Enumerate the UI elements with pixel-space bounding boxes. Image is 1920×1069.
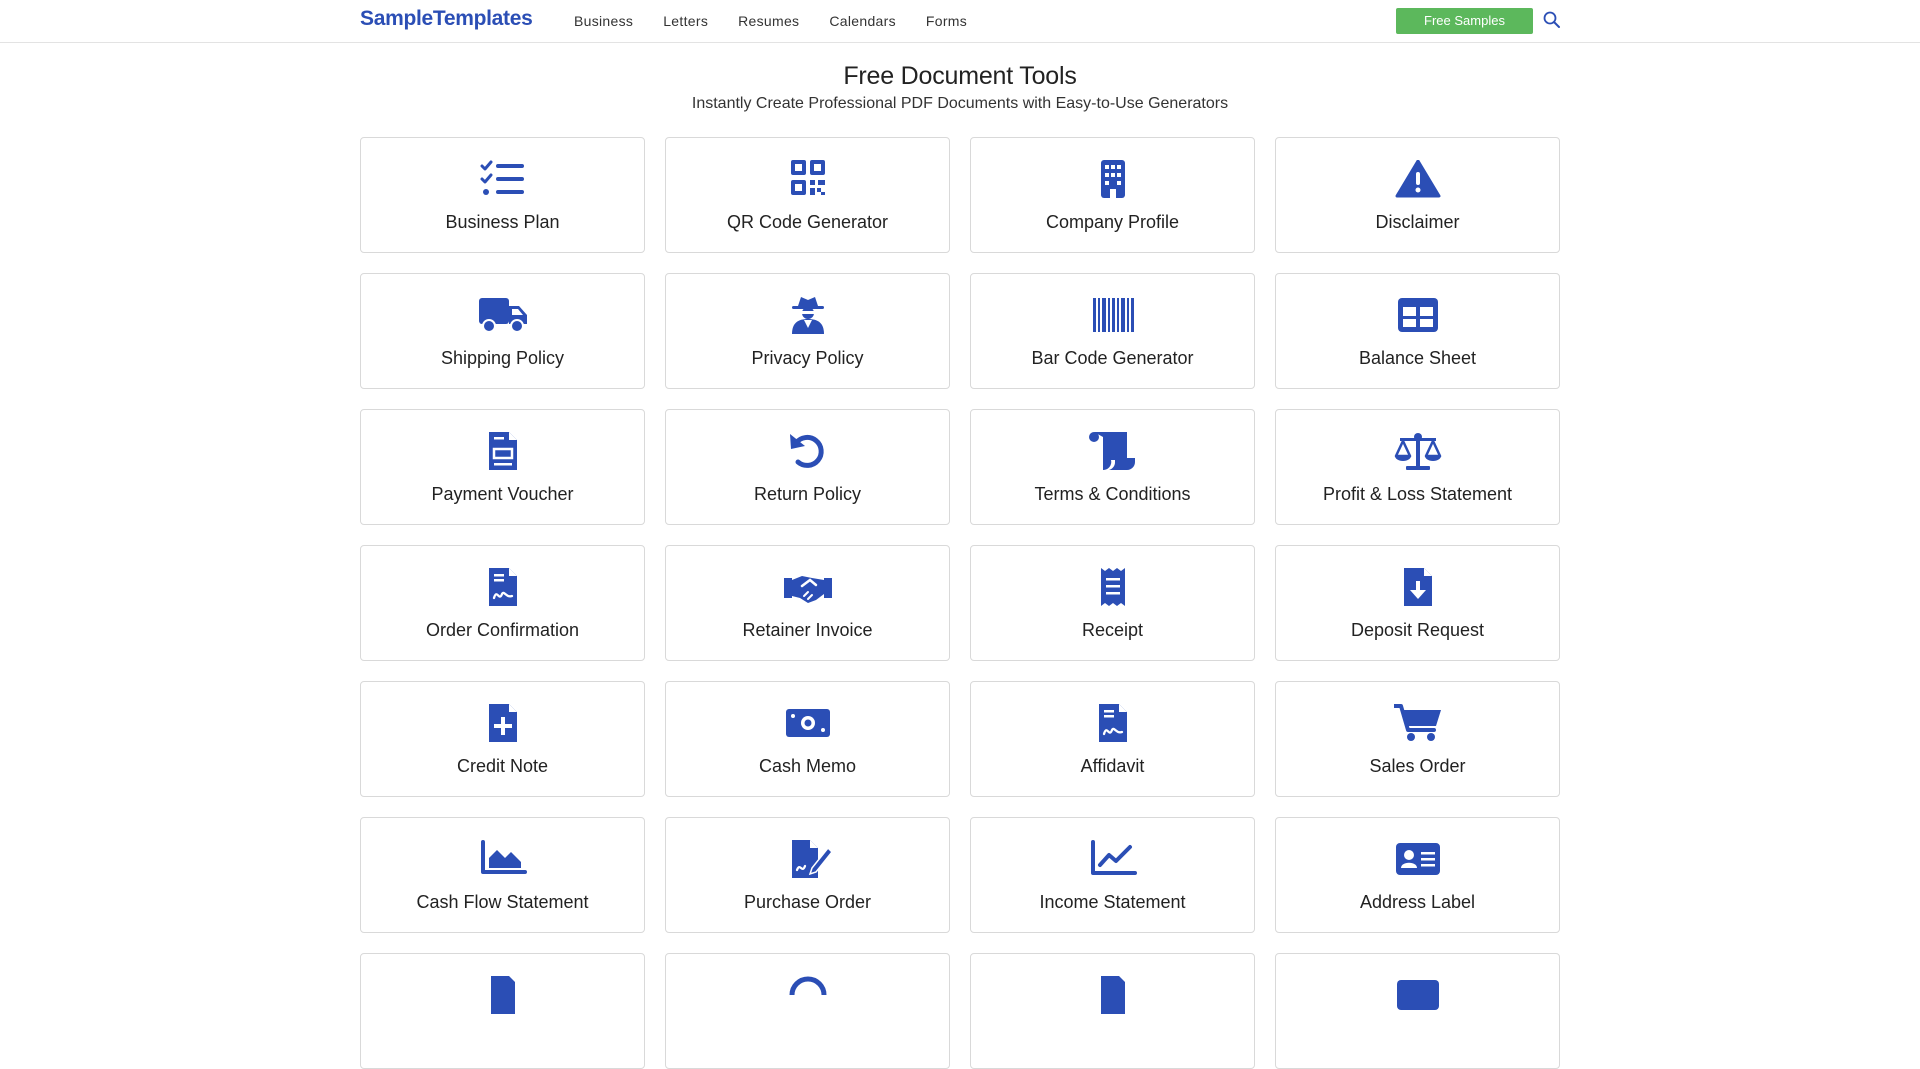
tool-card-label: Shipping Policy — [440, 348, 565, 368]
chart-line-icon — [1089, 840, 1137, 878]
handshake-icon — [783, 568, 832, 606]
top-navigation-inner: SampleTemplates Business Letters Resumes… — [360, 0, 1560, 42]
page-subtitle: Instantly Create Professional PDF Docume… — [691, 95, 1229, 112]
tool-card-cash-flow-statement[interactable]: Cash Flow Statement — [360, 817, 645, 933]
free-samples-button[interactable]: Free Samples — [1396, 8, 1533, 34]
address-card-icon — [1394, 840, 1442, 878]
tool-card-label: Retainer Invoice — [742, 620, 873, 640]
file-icon — [479, 976, 527, 1014]
file-pen-icon — [784, 840, 832, 878]
main-nav: Business Letters Resumes Calendars Forms — [574, 0, 997, 42]
tool-card-income-statement[interactable]: Income Statement — [970, 817, 1255, 933]
scroll-icon — [1088, 432, 1137, 470]
tool-card-label: Credit Note — [456, 756, 549, 776]
chart-area-icon — [479, 840, 527, 878]
tool-card-purchase-order[interactable]: Purchase Order — [665, 817, 950, 933]
site-logo[interactable]: SampleTemplates — [360, 7, 533, 31]
tool-card-label: Terms & Conditions — [1034, 484, 1191, 504]
tool-card-label: Income Statement — [1039, 892, 1186, 912]
tool-card-payment-voucher[interactable]: Payment Voucher — [360, 409, 645, 525]
tool-card-label: Cash Memo — [758, 756, 857, 776]
file-signature-icon — [1089, 704, 1137, 742]
scale-icon — [1394, 432, 1442, 470]
tool-card-label: Address Label — [1359, 892, 1476, 912]
tool-card-partial-27[interactable] — [1275, 953, 1560, 1069]
tool-card-receipt[interactable]: Receipt — [970, 545, 1255, 661]
cart-icon — [1393, 704, 1442, 742]
search-icon[interactable] — [1542, 10, 1562, 30]
top-navigation-bar: SampleTemplates Business Letters Resumes… — [0, 0, 1920, 43]
file-icon — [1089, 976, 1137, 1014]
barcode-icon — [1089, 296, 1137, 334]
tool-card-label: Cash Flow Statement — [416, 892, 589, 912]
tool-card-label: Purchase Order — [743, 892, 872, 912]
tool-card-label: Return Policy — [753, 484, 862, 504]
tool-card-label: Bar Code Generator — [1031, 348, 1194, 368]
qrcode-icon — [784, 160, 832, 198]
tool-card-label: Deposit Request — [1350, 620, 1485, 640]
receipt-icon — [1089, 568, 1137, 606]
card-icon — [1394, 976, 1442, 1014]
tool-card-label: Privacy Policy — [751, 348, 864, 368]
file-download-icon — [1394, 568, 1442, 606]
tool-card-label: Payment Voucher — [431, 484, 574, 504]
warning-icon — [1394, 160, 1442, 198]
tool-card-partial-25[interactable] — [665, 953, 950, 1069]
user-secret-icon — [784, 296, 832, 334]
tool-card-label: Order Confirmation — [425, 620, 580, 640]
file-signature-icon — [479, 568, 527, 606]
tool-card-label: Receipt — [1081, 620, 1144, 640]
tool-card-address-label[interactable]: Address Label — [1275, 817, 1560, 933]
tool-card-business-plan[interactable]: Business Plan — [360, 137, 645, 253]
tool-card-label: Balance Sheet — [1358, 348, 1477, 368]
tool-grid: Business Plan QR Code Generator Company Pr… — [360, 137, 1560, 1069]
tool-card-order-confirmation[interactable]: Order Confirmation — [360, 545, 645, 661]
tool-card-privacy-policy[interactable]: Privacy Policy — [665, 273, 950, 389]
tool-card-bar-code-generator[interactable]: Bar Code Generator — [970, 273, 1255, 389]
file-plus-icon — [479, 704, 527, 742]
table-icon — [1394, 296, 1442, 334]
tool-card-qr-code-generator[interactable]: QR Code Generator — [665, 137, 950, 253]
tool-card-label: Business Plan — [445, 212, 560, 232]
tool-card-partial-26[interactable] — [970, 953, 1255, 1069]
nav-item-letters[interactable]: Letters — [663, 13, 708, 29]
page-title: Free Document Tools — [843, 62, 1077, 90]
tool-card-partial-24[interactable] — [360, 953, 645, 1069]
hero-section: Free Document Tools Instantly Create Pro… — [0, 62, 1920, 113]
tool-card-affidavit[interactable]: Affidavit — [970, 681, 1255, 797]
nav-item-calendars[interactable]: Calendars — [829, 13, 896, 29]
tool-card-label: QR Code Generator — [726, 212, 889, 232]
tool-card-label: Company Profile — [1045, 212, 1180, 232]
tool-card-profit-and-loss-statement[interactable]: Profit & Loss Statement — [1275, 409, 1560, 525]
tool-card-label: Sales Order — [1369, 756, 1466, 776]
tool-card-return-policy[interactable]: Return Policy — [665, 409, 950, 525]
tool-card-deposit-request[interactable]: Deposit Request — [1275, 545, 1560, 661]
building-icon — [1089, 160, 1137, 198]
tool-card-credit-note[interactable]: Credit Note — [360, 681, 645, 797]
tool-card-cash-memo[interactable]: Cash Memo — [665, 681, 950, 797]
truck-icon — [478, 296, 527, 334]
tool-card-label: Profit & Loss Statement — [1322, 484, 1513, 504]
circle-icon — [784, 976, 832, 1014]
tool-card-terms-and-conditions[interactable]: Terms & Conditions — [970, 409, 1255, 525]
file-invoice-icon — [479, 432, 527, 470]
tool-card-label: Affidavit — [1080, 756, 1145, 776]
tool-card-retainer-invoice[interactable]: Retainer Invoice — [665, 545, 950, 661]
list-check-icon — [479, 160, 527, 198]
nav-item-forms[interactable]: Forms — [926, 13, 967, 29]
tool-card-disclaimer[interactable]: Disclaimer — [1275, 137, 1560, 253]
tool-card-company-profile[interactable]: Company Profile — [970, 137, 1255, 253]
tool-card-sales-order[interactable]: Sales Order — [1275, 681, 1560, 797]
nav-item-business[interactable]: Business — [574, 13, 633, 29]
tool-card-label: Disclaimer — [1375, 212, 1460, 232]
tool-card-shipping-policy[interactable]: Shipping Policy — [360, 273, 645, 389]
nav-item-resumes[interactable]: Resumes — [738, 13, 799, 29]
money-bill-icon — [784, 704, 832, 742]
tool-card-balance-sheet[interactable]: Balance Sheet — [1275, 273, 1560, 389]
rotate-left-icon — [784, 432, 832, 470]
